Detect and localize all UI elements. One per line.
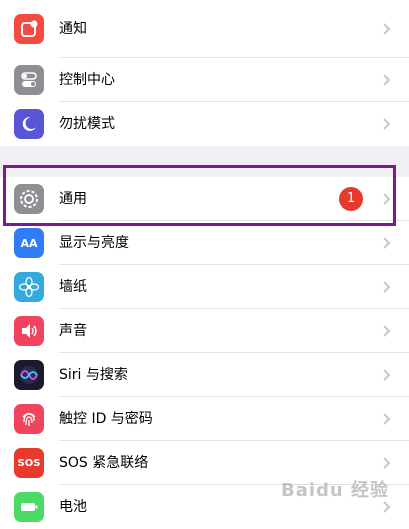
chevron-right-icon: [383, 325, 391, 337]
settings-row-label: 墙纸: [59, 279, 87, 295]
settings-row-label: 电池: [59, 499, 87, 515]
speaker-icon: [14, 316, 44, 346]
display-brightness-icon: AA: [14, 228, 44, 258]
chevron-right-icon: [383, 501, 391, 513]
sos-icon: SOS: [14, 448, 44, 478]
settings-row-notifications[interactable]: 通知: [0, 0, 409, 58]
moon-icon: [14, 109, 44, 139]
settings-group-1: 通知 控制中心 勿扰模式: [0, 0, 409, 146]
settings-row-wallpaper[interactable]: 墙纸: [0, 265, 409, 309]
settings-row-display-brightness[interactable]: AA 显示与亮度: [0, 221, 409, 265]
chevron-right-icon: [383, 74, 391, 86]
watermark-text: Baidu 经验: [280, 480, 389, 501]
control-center-icon: [14, 65, 44, 95]
settings-row-control-center[interactable]: 控制中心: [0, 58, 409, 102]
settings-row-label: SOS 紧急联络: [59, 455, 149, 471]
chevron-right-icon: [383, 118, 391, 130]
settings-row-touch-id-passcode[interactable]: 触控 ID 与密码: [0, 397, 409, 441]
wallpaper-flower-icon: [14, 272, 44, 302]
chevron-right-icon: [383, 457, 391, 469]
chevron-right-icon: [383, 413, 391, 425]
siri-icon: [14, 360, 44, 390]
settings-row-label: Siri 与搜索: [59, 367, 128, 383]
notification-badge: 1: [339, 187, 363, 211]
settings-row-label: 通用: [59, 191, 87, 207]
notification-icon: [14, 14, 44, 44]
chevron-right-icon: [383, 369, 391, 381]
icon-glyph: AA: [20, 236, 38, 250]
settings-row-label: 通知: [59, 21, 87, 37]
settings-row-label: 显示与亮度: [59, 235, 129, 251]
settings-row-label: 控制中心: [59, 72, 115, 88]
settings-row-label: 勿扰模式: [59, 116, 115, 132]
settings-row-do-not-disturb[interactable]: 勿扰模式: [0, 102, 409, 146]
settings-row-label: 触控 ID 与密码: [59, 411, 153, 427]
settings-row-siri-search[interactable]: Siri 与搜索: [0, 353, 409, 397]
watermark-logo: Baidu 经验: [281, 476, 389, 502]
battery-icon: [14, 492, 44, 522]
settings-row-sounds[interactable]: 声音: [0, 309, 409, 353]
fingerprint-icon: [14, 404, 44, 434]
settings-row-label: 声音: [59, 323, 87, 339]
chevron-right-icon: [383, 193, 391, 205]
settings-row-general[interactable]: 通用 1: [0, 177, 409, 221]
icon-glyph: SOS: [17, 457, 41, 469]
gear-icon: [14, 184, 44, 214]
chevron-right-icon: [383, 281, 391, 293]
chevron-right-icon: [383, 237, 391, 249]
chevron-right-icon: [383, 23, 391, 35]
